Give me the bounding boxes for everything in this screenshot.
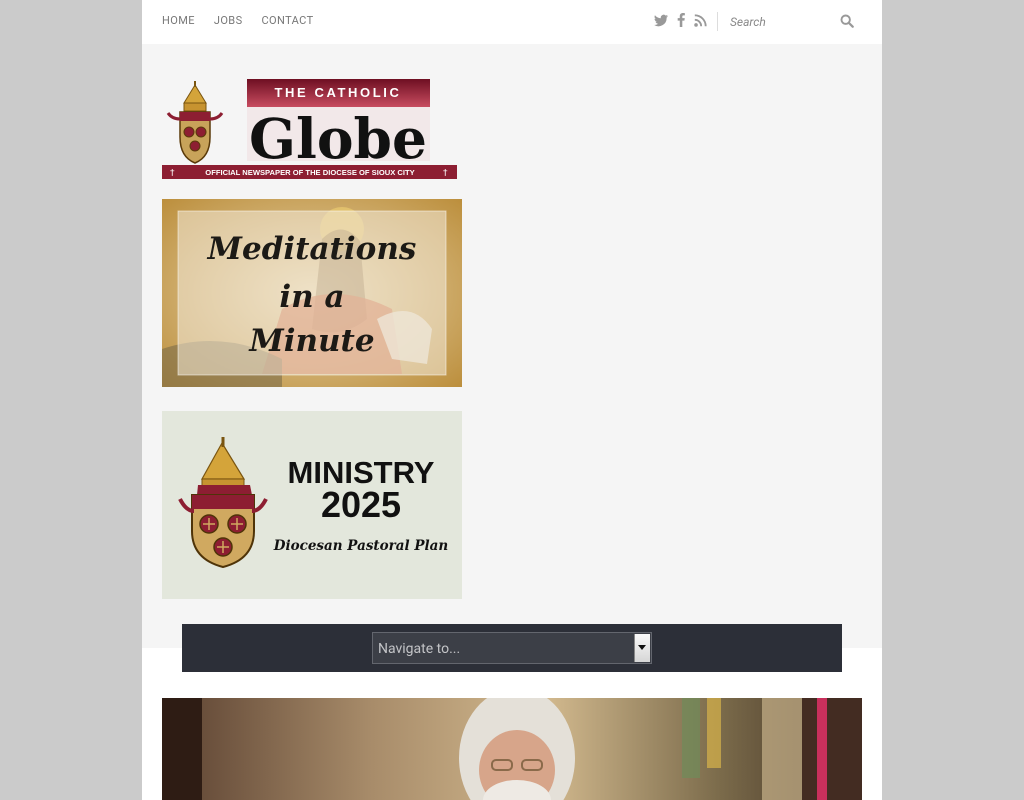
logo-tagline: OFFICIAL NEWSPAPER OF THE DIOCESE OF SIO… (205, 168, 414, 177)
logo-name: Globe (249, 106, 427, 171)
ministry-subtitle: Diocesan Pastoral Plan (273, 538, 448, 554)
navigate-select-value: Navigate to... (378, 641, 461, 657)
meditations-title-line1: Meditations (207, 231, 417, 267)
search-divider (717, 12, 718, 31)
ministry-year: 2025 (321, 484, 401, 525)
svg-text:†: † (170, 169, 175, 179)
site-logo[interactable]: THE CATHOLIC Globe † † OFFICIAL NEWSPAPE… (162, 79, 457, 179)
facebook-icon[interactable] (676, 13, 686, 27)
featured-photo[interactable] (162, 698, 862, 800)
twitter-icon[interactable] (654, 13, 668, 27)
nav-link-contact[interactable]: CONTACT (262, 14, 314, 27)
top-nav: HOME JOBS CONTACT (162, 14, 314, 27)
meditations-banner[interactable]: Meditations in a Minute (162, 199, 462, 387)
page-container: HOME JOBS CONTACT Search THE CATHOLIC Gl… (142, 0, 882, 800)
meditations-title-line3: Minute (249, 323, 375, 359)
ministry-2025-banner[interactable]: MINISTRY 2025 Diocesan Pastoral Plan (162, 411, 462, 599)
rss-icon[interactable] (694, 13, 707, 27)
meditations-title-line2: in a (279, 279, 345, 315)
svg-text:†: † (443, 169, 448, 179)
nav-link-jobs[interactable]: JOBS (214, 14, 243, 27)
social-links (654, 13, 707, 27)
navigate-select[interactable]: Navigate to... (372, 632, 652, 664)
search-icon[interactable] (840, 13, 858, 31)
logo-top-line: THE CATHOLIC (274, 85, 401, 100)
main-nav-bar: Navigate to... (182, 624, 842, 672)
search-input[interactable] (728, 10, 836, 34)
top-bar: HOME JOBS CONTACT (142, 0, 882, 44)
nav-link-home[interactable]: HOME (162, 14, 195, 27)
chevron-down-icon[interactable] (634, 634, 650, 662)
